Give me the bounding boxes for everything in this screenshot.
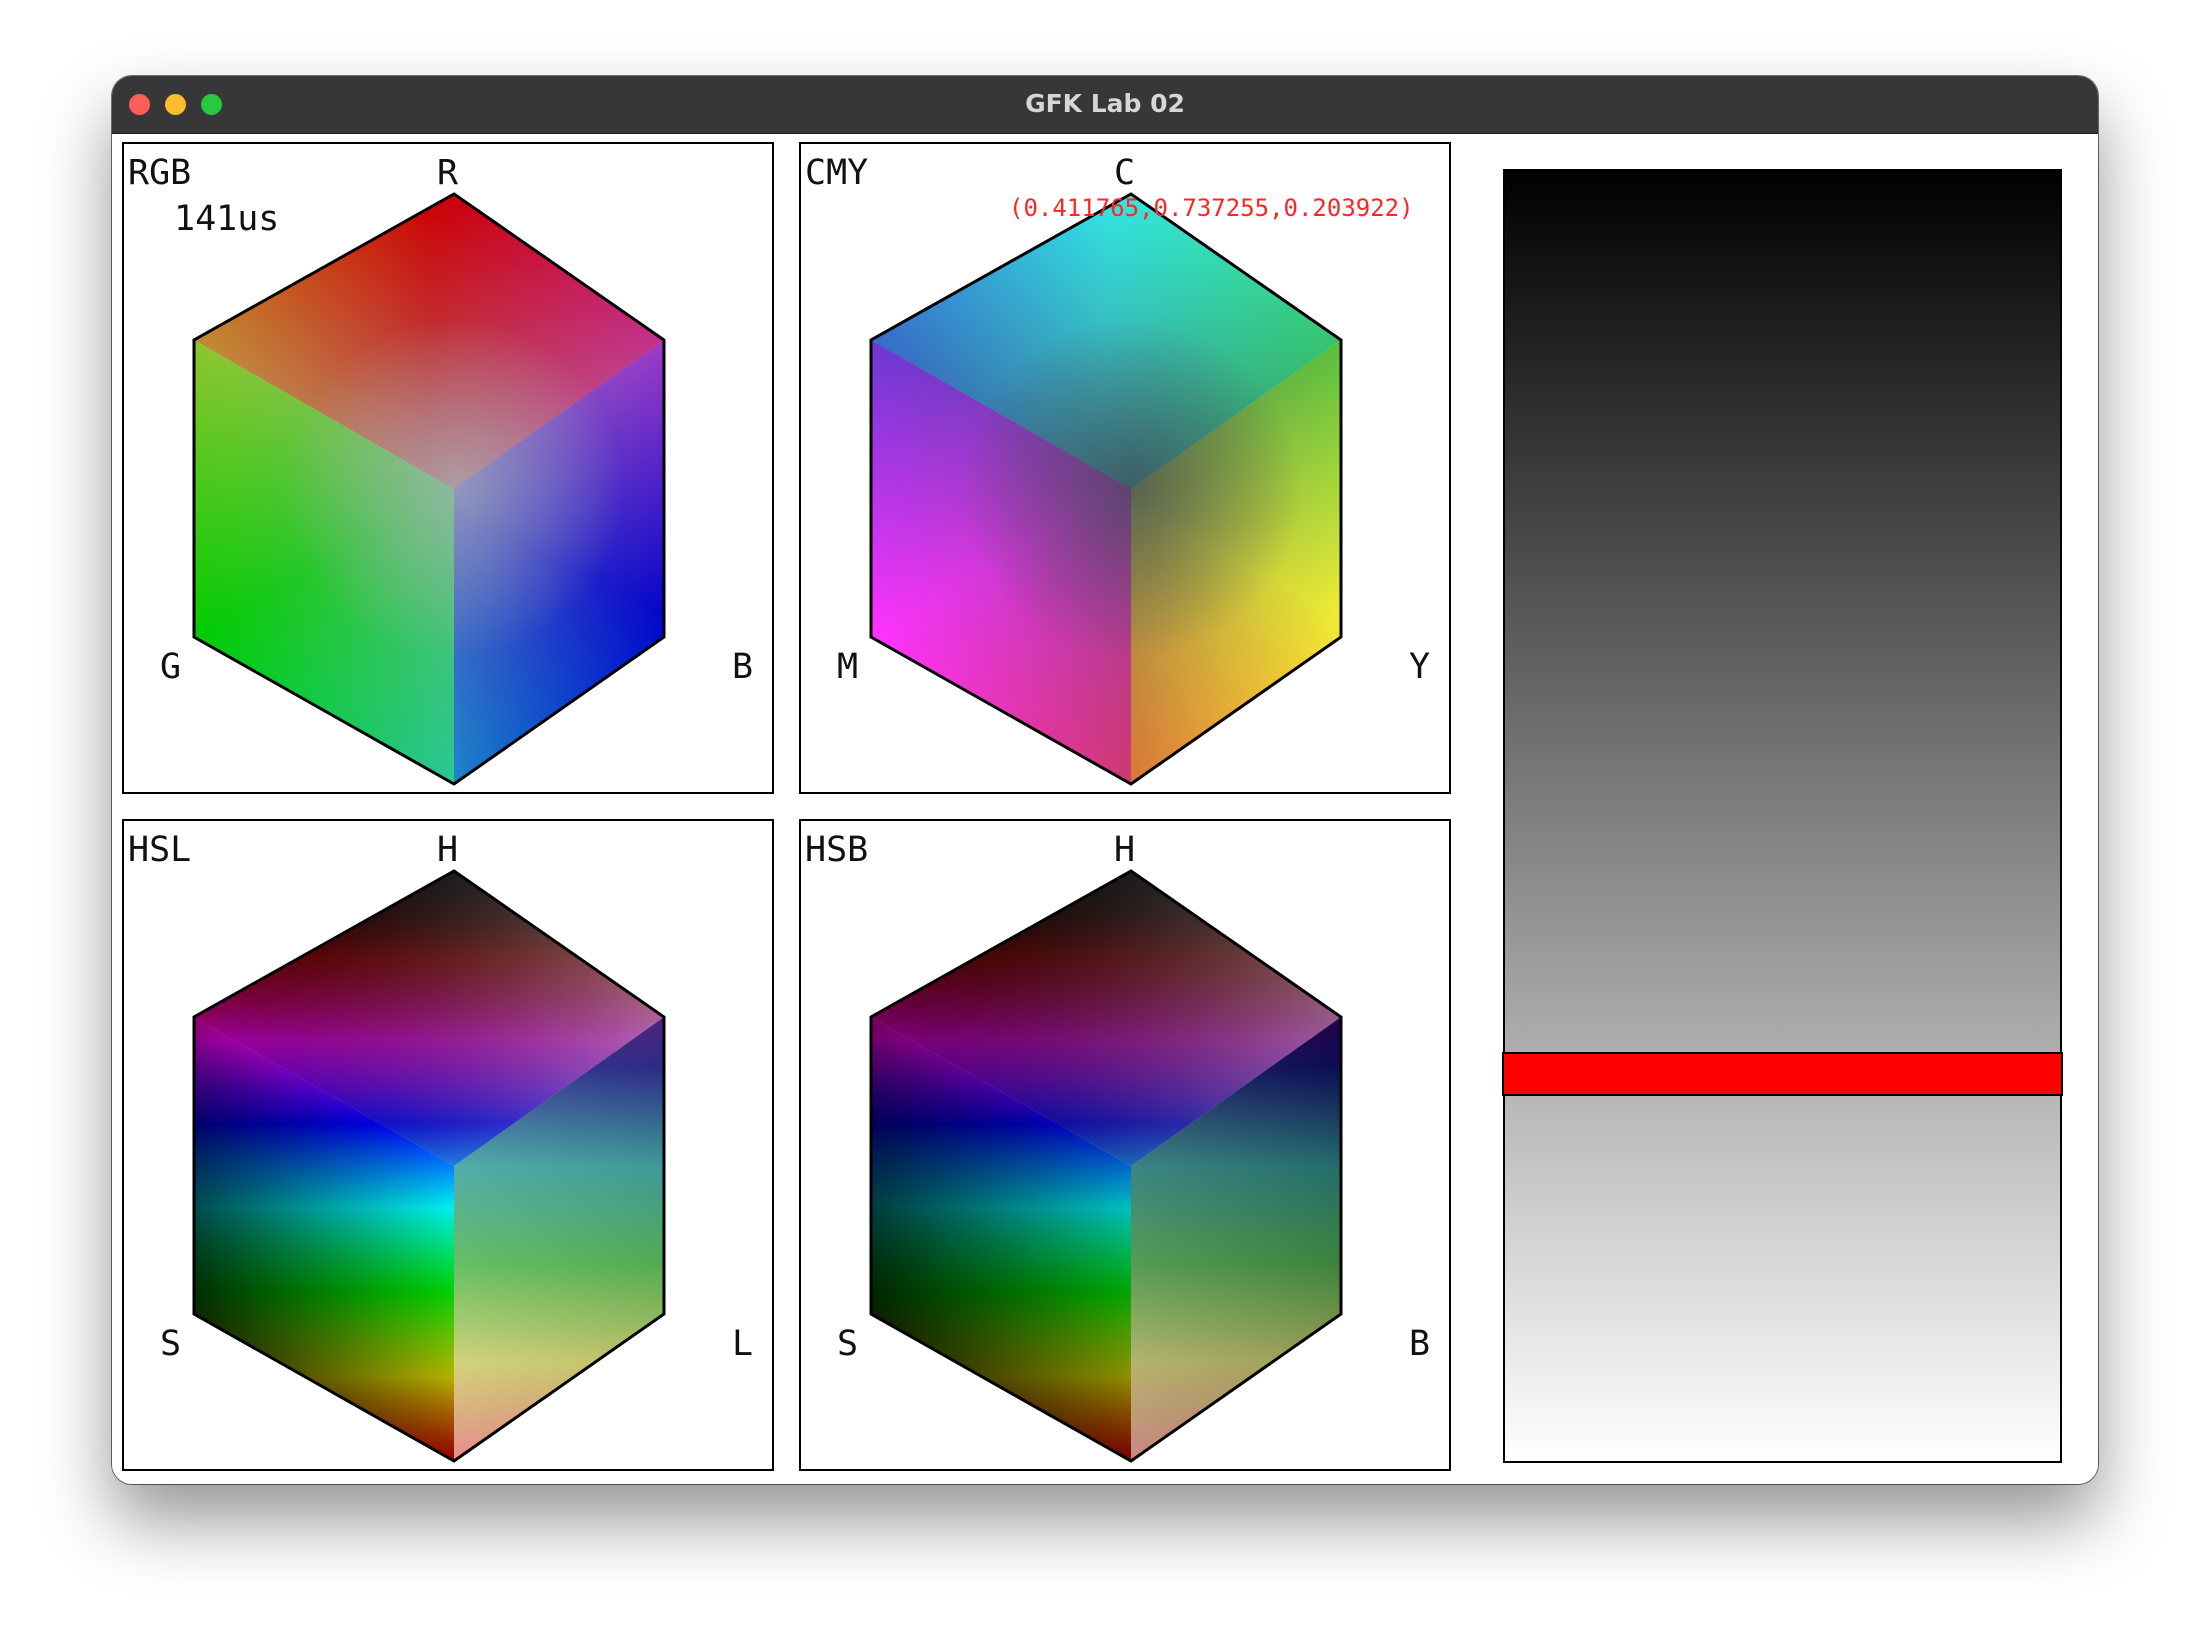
rgb-center-glow	[194, 194, 664, 784]
hsl-model-label: HSL	[128, 830, 192, 870]
title-bar: GFK Lab 02	[112, 76, 2098, 134]
cmy-cube-panel[interactable]: CMY C M Y (0.411765,0.737255,0.203922)	[799, 142, 1451, 794]
cmy-c-label: C	[1114, 153, 1136, 193]
hsl-cube-drawing	[192, 869, 666, 1463]
rgb-b-label: B	[732, 647, 754, 687]
hsl-l-label: L	[732, 1324, 754, 1364]
cmy-center-glow	[871, 194, 1341, 784]
cmy-y-label: Y	[1409, 647, 1431, 687]
rgb-cube-drawing	[192, 192, 666, 786]
value-slider[interactable]	[1502, 169, 2063, 1463]
slider-gradient-track[interactable]	[1505, 171, 2060, 1461]
cmy-model-label: CMY	[805, 153, 869, 193]
cmy-cube-drawing	[869, 192, 1343, 786]
hsl-cube-panel[interactable]: HSL H S L	[122, 819, 774, 1471]
hsb-model-label: HSB	[805, 830, 869, 870]
rgb-model-label: RGB	[128, 153, 192, 193]
canvas-area: RGB R G B 141us CMY C M Y (0.411765,0.73…	[112, 134, 2098, 1484]
render-time-label: 141us	[174, 199, 280, 239]
window-title: GFK Lab 02	[1025, 89, 1185, 118]
hsb-s-label: S	[837, 1324, 859, 1364]
cmy-m-label: M	[837, 647, 859, 687]
hsb-cube-panel[interactable]: HSB H S B	[799, 819, 1451, 1471]
app-window: GFK Lab 02 RGB R G B 141us CMY C M Y (0.…	[112, 76, 2098, 1484]
hsl-h-label: H	[437, 830, 459, 870]
slider-thumb[interactable]	[1502, 1052, 2063, 1096]
rgb-r-label: R	[437, 153, 459, 193]
rgb-cube-panel[interactable]: RGB R G B 141us	[122, 142, 774, 794]
hsb-cube-drawing	[869, 869, 1343, 1463]
hsb-h-label: H	[1114, 830, 1136, 870]
picked-color-value: (0.411765,0.737255,0.203922)	[1009, 194, 1414, 222]
hsl-s-label: S	[160, 1324, 182, 1364]
hsb-b-label: B	[1409, 1324, 1431, 1364]
rgb-g-label: G	[160, 647, 182, 687]
